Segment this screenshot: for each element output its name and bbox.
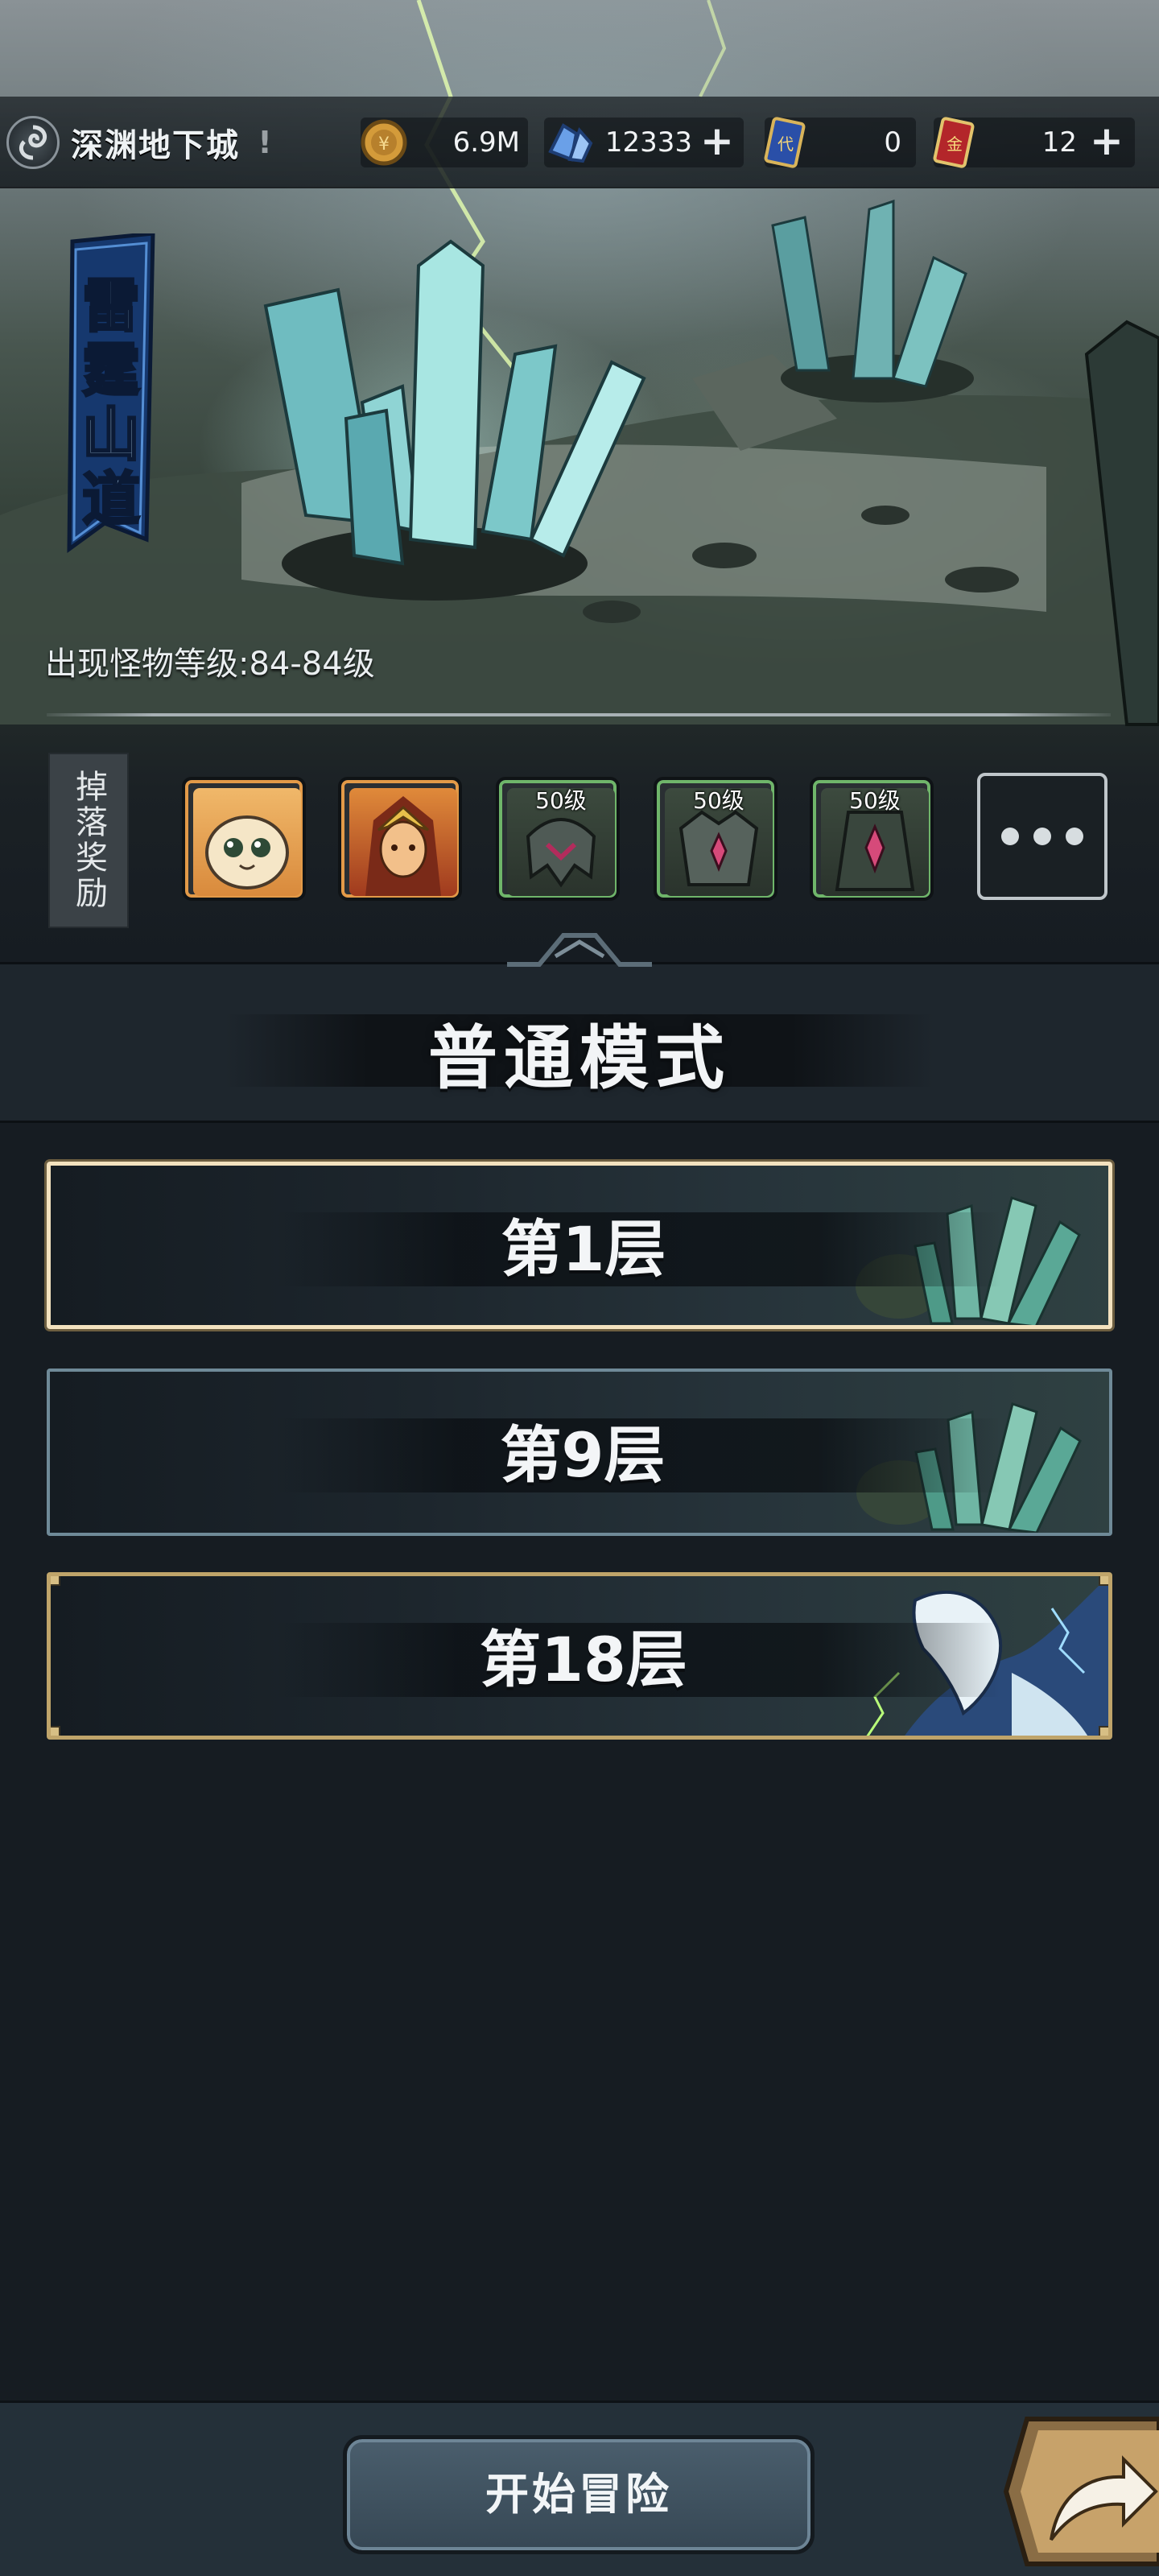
fire-hero-portrait-icon	[365, 796, 441, 896]
mode-title: 普通模式	[428, 1018, 731, 1099]
blue-ticket-value: 0	[884, 126, 901, 159]
corner-ornament	[1099, 1726, 1108, 1736]
svg-text:霆: 霆	[82, 336, 140, 404]
floor-label: 第1层	[501, 1213, 666, 1285]
stage-hero: 深渊地下城 ! ¥ 6.9M 12333 + 代 0 金 12 + 雷 霆 山 …	[0, 0, 1159, 962]
divider	[47, 713, 1111, 716]
reward-level: 50级	[849, 787, 901, 814]
floor-option-1[interactable]: 第1层	[47, 1162, 1112, 1329]
red-gold-card-icon: 金	[933, 117, 975, 168]
floor-option-18[interactable]: 第18层	[47, 1572, 1112, 1740]
corner-ornament	[51, 1576, 60, 1586]
monster-level-text: 出现怪物等级:84-84级	[45, 646, 375, 683]
crystal-value: 12333	[604, 126, 692, 159]
bottom-action-bar: 开始冒险	[0, 2401, 1159, 2576]
reward-item-cloak[interactable]: 50级	[810, 777, 934, 901]
corner-ornament	[1099, 1576, 1108, 1586]
reward-level: 50级	[693, 787, 744, 814]
stage-title-banner: 雷 霆 山 道	[67, 233, 155, 553]
red-card-value: 12	[1041, 126, 1077, 159]
add-crystal-button[interactable]: +	[699, 121, 736, 161]
resource-bar: 深渊地下城 ! ¥ 6.9M 12333 + 代 0 金 12 +	[0, 97, 1159, 188]
reward-item-helmet[interactable]: 50级	[496, 777, 620, 901]
gold-coin-icon: ¥	[361, 119, 407, 166]
dungeon-portal-icon	[6, 116, 60, 169]
floor-label: 第18层	[480, 1624, 687, 1695]
gold-value: 6.9M	[452, 126, 520, 159]
drop-rewards-label: 掉落奖励	[48, 753, 129, 928]
location-name: 深渊地下城	[71, 127, 240, 164]
svg-text:雷: 雷	[82, 272, 140, 340]
svg-text:代: 代	[777, 134, 794, 154]
reward-item-pet[interactable]	[182, 777, 306, 901]
svg-text:金: 金	[947, 134, 963, 154]
start-adventure-button[interactable]: 开始冒险	[343, 2435, 815, 2554]
crystal-resource: 12333 +	[544, 118, 744, 167]
info-alert-icon[interactable]: !	[251, 124, 278, 161]
svg-text:道: 道	[82, 465, 140, 533]
share-arrow-icon[interactable]	[995, 2403, 1159, 2576]
blue-crystal-icon	[548, 123, 593, 163]
add-card-button[interactable]: +	[1088, 121, 1125, 161]
blue-ticket-resource: 代 0	[764, 117, 916, 168]
red-card-resource: 金 12 +	[933, 117, 1135, 168]
reward-item-armor[interactable]: 50级	[654, 777, 777, 901]
gold-resource: ¥ 6.9M	[361, 118, 528, 167]
mode-header: 普通模式	[0, 962, 1159, 1123]
reward-item-hero[interactable]	[338, 777, 462, 901]
ellipsis-icon	[1001, 828, 1019, 845]
pet-creature-icon	[205, 815, 289, 890]
corner-ornament	[51, 1726, 60, 1736]
svg-text:¥: ¥	[378, 134, 390, 155]
svg-text:山: 山	[82, 401, 140, 469]
blue-ticket-icon: 代	[764, 117, 806, 168]
floor-option-9[interactable]: 第9层	[47, 1368, 1112, 1536]
reward-level: 50级	[535, 787, 587, 814]
more-rewards-button[interactable]	[977, 773, 1107, 900]
floor-label: 第9层	[500, 1419, 666, 1491]
ornament-notch	[507, 933, 652, 967]
location-header[interactable]: 深渊地下城 !	[6, 114, 278, 171]
